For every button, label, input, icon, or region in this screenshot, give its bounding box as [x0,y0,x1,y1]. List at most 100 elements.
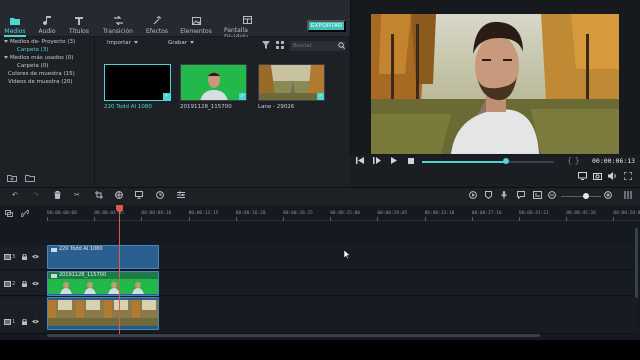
zoom-in-icon[interactable] [604,191,612,202]
tab-audio[interactable]: Audio [37,0,57,37]
folder-outline-icon[interactable] [25,174,35,184]
sidebar-item-sample-colors[interactable]: Colores de muestra (15) [8,71,75,77]
ruler-tick-label: 00:00:20:25 [283,211,313,216]
tab-elementos[interactable]: Elementos [180,0,212,37]
snapshot-camera-icon[interactable] [593,172,602,182]
video-track-icon [4,254,11,262]
sidebar-item-folder-3[interactable]: Carpeta (3) [17,47,48,53]
green-screen-filmstrip [48,279,158,294]
zoom-slider-handle[interactable] [583,193,589,199]
record-dropdown[interactable]: Grabar [168,40,196,46]
lock-icon[interactable] [22,280,27,289]
lock-icon[interactable] [22,253,27,262]
undo-icon[interactable]: ↶ [12,191,18,200]
microphone-icon[interactable] [501,191,507,202]
link-chain-icon[interactable] [20,209,30,219]
ruler-tick-mark [330,217,332,221]
clip-video-icon [51,247,57,254]
media-item-label: Lane - 29026 [258,104,295,110]
sidebar-item-folder-0[interactable]: Carpeta (0) [17,63,48,69]
chevron-down-icon [133,41,138,44]
monitor-icon[interactable] [578,172,587,182]
play-icon[interactable] [391,157,397,166]
tab-medios[interactable]: Medios [4,0,26,37]
ruler-tick-label: 00:00:08:10 [141,211,172,216]
zoom-out-icon[interactable] [548,191,556,202]
track-header-1: 1 [0,297,47,334]
tab-label: Títulos [69,28,89,35]
subtitles-icon[interactable] [533,191,542,202]
media-thumbnail-lane[interactable]: ✓ [258,64,325,101]
import-dropdown[interactable]: Importar [107,40,140,46]
eye-visibility-icon[interactable] [32,281,39,288]
stop-icon[interactable] [408,158,414,166]
eye-visibility-icon[interactable] [32,254,39,261]
preview-video-frame[interactable] [371,14,619,154]
speed-clock-icon[interactable] [156,191,164,202]
tab-pantalla-dividida[interactable]: Pantalla Dividida [224,0,270,41]
media-item-label: 220 Todd AI 1080 [104,104,152,110]
music-note-icon [42,16,52,25]
ruler-tick-mark [94,217,96,221]
delete-icon[interactable] [54,190,61,202]
top-tab-bar: Medios Audio Títulos Transición Efectos … [0,0,350,41]
mouse-cursor-icon [343,249,351,261]
tab-titulos[interactable]: Títulos [68,0,90,37]
ruler-tick-label: 00:00:25:00 [330,211,360,216]
audio-mixer-icon[interactable] [177,191,185,202]
voiceover-icon[interactable] [517,191,525,202]
marker-brackets-icon[interactable]: { } [567,156,580,165]
eye-visibility-icon[interactable] [32,319,39,326]
fullscreen-icon[interactable] [623,171,633,182]
timeline-settings-icon[interactable] [624,191,632,202]
green-screen-icon[interactable] [135,191,143,202]
sidebar-item-most-used[interactable]: Medios más usados (0) [4,55,73,61]
tab-efectos[interactable]: Efectos [145,0,169,37]
crop-icon[interactable] [95,191,103,202]
folder-icon [10,16,20,25]
green-screen-thumbnail-image [181,65,246,100]
export-button[interactable]: EXPORTAR [307,20,346,32]
ruler-tick-label: 00:00:37:16 [471,211,502,216]
grid-view-icon[interactable] [276,41,284,51]
ruler-tick-mark [377,217,379,221]
render-play-icon[interactable] [469,191,477,202]
volume-icon[interactable] [608,172,617,182]
preview-timecode: 00:00:06:13 [592,157,636,165]
ruler-tick-label: 00:00:29:05 [377,211,408,216]
chevron-down-icon [4,40,8,43]
playback-progress-bar[interactable] [422,161,554,163]
timeline-clip-green-screen[interactable]: 20191128_115700 [47,271,159,296]
transition-icon [113,16,123,25]
add-track-icon[interactable] [5,210,13,219]
color-wheel-icon[interactable] [115,191,123,202]
playhead-line[interactable] [119,209,120,334]
ruler-tick-label: 00:00:16:20 [235,211,266,216]
ruler-tick-label: 00:00:50:01 [613,211,640,216]
filter-icon[interactable] [262,41,270,51]
zoom-slider[interactable] [561,196,601,197]
play-pause-icon[interactable] [373,157,381,166]
lock-icon[interactable] [22,318,27,327]
previous-frame-icon[interactable] [356,157,364,166]
timeline-horizontal-scrollbar[interactable] [47,334,540,337]
search-icon[interactable] [338,42,345,51]
tab-transicion[interactable]: Transición [103,0,133,37]
split-screen-icon [242,16,252,24]
new-folder-icon[interactable] [7,174,17,184]
timeline-clip-lane[interactable] [47,297,159,330]
shield-marker-icon[interactable] [485,191,492,202]
preview-video-image [371,14,619,154]
clip-audio-strip [48,326,158,329]
media-thumbnail-todd[interactable]: ✓ [104,64,171,101]
redo-icon[interactable]: ↷ [33,191,39,200]
ruler-tick-mark [47,217,48,221]
timeline-clip-todd[interactable]: 220 Todd AI 1080 [47,245,159,269]
sidebar-item-project-media[interactable]: Medios de- Proyecto (3) [4,39,75,45]
sidebar-item-sample-videos[interactable]: Videos de muestra (20) [8,79,73,85]
timeline-vertical-scrollbar[interactable] [635,228,638,298]
media-thumbnail-green-screen[interactable]: ✓ [180,64,247,101]
cut-scissors-icon[interactable]: ✂ [74,191,80,200]
check-icon: ✓ [239,93,246,100]
ruler-tick-mark [188,217,190,221]
